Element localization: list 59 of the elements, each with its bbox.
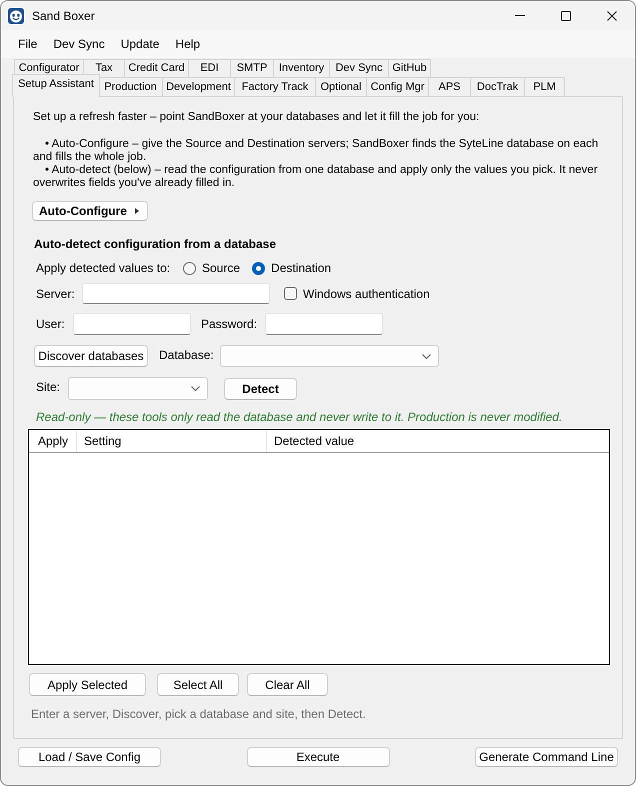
intro-text: Set up a refresh faster – point SandBoxer at your databases and let it fill the job for you: bbox=[33, 111, 480, 124]
tab[interactable]: Optional bbox=[315, 77, 366, 96]
chevron-down-icon bbox=[191, 386, 200, 391]
execute-button[interactable]: Execute bbox=[246, 747, 390, 767]
read-only-note: Read-only — these tools only read the database and never write to it. Production is never modified. bbox=[36, 410, 564, 424]
clear-all-button[interactable]: Clear All bbox=[247, 673, 328, 696]
load-save-config-button[interactable]: Load / Save Config bbox=[18, 747, 161, 767]
tab[interactable]: Credit Card bbox=[124, 59, 188, 77]
tab[interactable]: APS bbox=[428, 77, 470, 96]
menu-item[interactable]: Dev Sync bbox=[45, 33, 113, 55]
bullet-text: • Auto-Configure – give the Source and Destination servers; SandBoxer finds the SyteLine database on each and fills the whole job. bbox=[33, 138, 600, 164]
detect-button[interactable]: Detect bbox=[224, 378, 297, 400]
bullet-text: • Auto-detect (below) – read the configuration from one database and apply only the values you pick. It never overwrites fields you've already filled in. bbox=[33, 164, 599, 190]
radio-label[interactable]: Source bbox=[202, 259, 240, 277]
tab[interactable]: Setup Assistant bbox=[12, 74, 100, 97]
tab[interactable]: SMTP bbox=[230, 59, 273, 77]
discover-databases-button[interactable]: Discover databases bbox=[34, 345, 148, 367]
window-title: Sand Boxer bbox=[32, 8, 95, 24]
tab[interactable]: EDI bbox=[188, 59, 230, 77]
apply-selected-button[interactable]: Apply Selected bbox=[29, 673, 146, 696]
server-input[interactable] bbox=[82, 283, 270, 304]
section-heading: Auto-detect configuration from a database bbox=[34, 237, 278, 251]
column-header[interactable]: Detected value bbox=[267, 430, 609, 452]
radio-button[interactable] bbox=[252, 262, 266, 274]
field-label: Server: bbox=[36, 286, 76, 302]
column-header[interactable]: Setting bbox=[77, 430, 267, 452]
tab[interactable]: Development bbox=[162, 77, 234, 96]
hint-text: Enter a server, Discover, pick a database and site, then Detect. bbox=[31, 707, 367, 721]
tab[interactable]: Dev Sync bbox=[329, 59, 388, 77]
tab[interactable]: Config Mgr bbox=[366, 77, 428, 96]
field-label: Apply detected values to: bbox=[36, 260, 172, 277]
triangle-right-icon bbox=[135, 208, 139, 214]
tab[interactable]: Tax bbox=[83, 59, 124, 77]
tab[interactable]: DocTrak bbox=[470, 77, 524, 96]
close-icon[interactable] bbox=[607, 10, 617, 20]
generate-command-line-button[interactable]: Generate Command Line bbox=[475, 747, 618, 767]
maximize-icon[interactable] bbox=[561, 10, 571, 20]
tab[interactable]: Factory Track bbox=[234, 77, 315, 96]
menu-item[interactable]: Update bbox=[112, 33, 168, 55]
field-label: Database: bbox=[159, 347, 215, 364]
chevron-down-icon bbox=[422, 354, 431, 358]
tab[interactable]: Inventory bbox=[273, 59, 329, 77]
smiley-face-icon bbox=[8, 8, 24, 24]
menu-item[interactable]: File bbox=[10, 33, 46, 55]
radio-button[interactable] bbox=[183, 262, 196, 274]
user-input[interactable] bbox=[73, 313, 191, 335]
column-header[interactable]: Apply bbox=[29, 430, 77, 452]
menu-item[interactable]: Help bbox=[167, 33, 208, 55]
checkbox-label[interactable]: Windows authentication bbox=[303, 284, 430, 302]
field-label: User: bbox=[36, 316, 66, 333]
radio-label[interactable]: Destination bbox=[271, 259, 332, 277]
tab[interactable]: GitHub bbox=[388, 59, 431, 77]
field-label: Password: bbox=[201, 316, 258, 333]
auto-configure-button[interactable]: Auto-Configure bbox=[32, 201, 148, 221]
password-input[interactable] bbox=[265, 313, 383, 335]
field-label: Site: bbox=[36, 379, 62, 396]
select-all-button[interactable]: Select All bbox=[157, 673, 239, 696]
tab[interactable]: PLM bbox=[524, 77, 565, 96]
checkbox[interactable] bbox=[284, 287, 297, 300]
